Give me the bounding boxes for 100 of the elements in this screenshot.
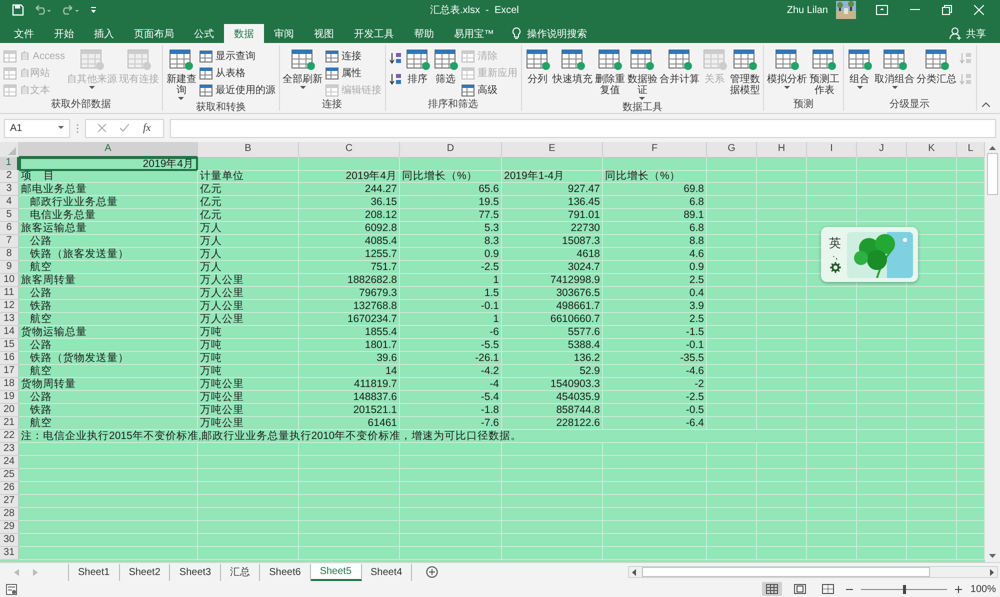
row-header[interactable]: 31	[0, 547, 19, 560]
input-mode-label[interactable]: 英	[829, 236, 841, 250]
row-header[interactable]: 15	[0, 339, 19, 352]
formula-input[interactable]	[170, 118, 996, 138]
scroll-down-icon[interactable]	[989, 554, 996, 558]
row-header[interactable]: 10	[0, 274, 19, 287]
row-header[interactable]: 6	[0, 222, 19, 235]
row-header[interactable]: 27	[0, 495, 19, 508]
row-header[interactable]: 29	[0, 521, 19, 534]
ribbon-button[interactable]: 数据验证	[627, 48, 658, 101]
horizontal-scrollbar[interactable]	[628, 566, 998, 578]
scroll-up-icon[interactable]	[989, 146, 996, 150]
row-header[interactable]: 16	[0, 352, 19, 365]
row-header[interactable]: 21	[0, 417, 19, 430]
column-header[interactable]: C	[299, 142, 400, 158]
name-box[interactable]: A1	[4, 118, 70, 138]
ribbon-button[interactable]: 快速填充	[552, 48, 593, 85]
save-icon[interactable]	[12, 4, 24, 16]
row-header[interactable]: 22	[0, 430, 19, 443]
row-header[interactable]: 26	[0, 482, 19, 495]
ribbon-tab[interactable]: 开始	[44, 24, 84, 43]
row-header[interactable]: 20	[0, 404, 19, 417]
ribbon-button[interactable]: 预测工作表	[809, 48, 840, 96]
row-header[interactable]: 2	[0, 170, 19, 183]
row-header[interactable]: 4	[0, 196, 19, 209]
zoom-in-icon[interactable]	[955, 586, 962, 592]
row-header[interactable]: 24	[0, 456, 19, 469]
ribbon-button[interactable]: 全部刷新	[282, 48, 323, 90]
row-header[interactable]: 13	[0, 313, 19, 326]
view-button[interactable]	[762, 582, 782, 596]
ribbon-button[interactable]: 显示查询	[198, 48, 276, 64]
column-header[interactable]: I	[807, 142, 857, 158]
row-header[interactable]: 12	[0, 300, 19, 313]
scroll-right-icon[interactable]	[990, 568, 994, 576]
collapse-ribbon-icon[interactable]	[982, 102, 990, 107]
row-header[interactable]: 3	[0, 183, 19, 196]
row-header[interactable]: 18	[0, 378, 19, 391]
column-header[interactable]: E	[502, 142, 603, 158]
row-header[interactable]: 25	[0, 469, 19, 482]
column-header[interactable]: K	[907, 142, 957, 158]
row-header[interactable]: 7	[0, 235, 19, 248]
minimize-icon[interactable]	[910, 9, 920, 11]
vertical-scrollbar[interactable]	[985, 142, 1000, 562]
ribbon-tab[interactable]: 帮助	[404, 24, 444, 43]
ribbon-tab[interactable]: 数据	[224, 24, 264, 43]
row-header[interactable]: 14	[0, 326, 19, 339]
row-header[interactable]: 8	[0, 248, 19, 261]
punctuation-mode-label[interactable]: ·,	[832, 251, 838, 261]
tell-me-field[interactable]: 操作说明搜索	[527, 26, 587, 40]
ribbon-tab[interactable]: 公式	[184, 24, 224, 43]
scroll-thumb[interactable]	[987, 153, 998, 195]
zoom-level[interactable]: 100%	[970, 584, 996, 594]
column-header[interactable]: F	[603, 142, 707, 158]
scroll-thumb[interactable]	[642, 567, 930, 577]
row-header[interactable]: 28	[0, 508, 19, 521]
ribbon-button[interactable]: 管理数据模型	[730, 48, 760, 96]
ribbon-tab[interactable]: 页面布局	[124, 24, 184, 43]
ribbon-button[interactable]: 筛选	[432, 48, 459, 85]
ribbon-button[interactable]: 取消组合	[874, 48, 915, 90]
row-header[interactable]: 9	[0, 261, 19, 274]
ribbon-button[interactable]: 排序	[404, 48, 431, 85]
add-sheet-icon[interactable]	[426, 566, 438, 578]
sheet-tab[interactable]: Sheet5	[310, 564, 362, 580]
ribbon-button[interactable]: 连接	[324, 48, 382, 64]
row-header[interactable]: 23	[0, 443, 19, 456]
ribbon-tab[interactable]: 审阅	[264, 24, 304, 43]
ribbon-button[interactable]: 高级	[460, 82, 518, 98]
ribbon-button[interactable]: 新建查询	[166, 48, 197, 101]
row-header[interactable]: 11	[0, 287, 19, 300]
ribbon-tab[interactable]: 文件	[4, 24, 44, 43]
ribbon-tab[interactable]: 易用宝™	[444, 24, 504, 43]
check-icon[interactable]	[120, 124, 129, 132]
ribbon-button[interactable]: 合并计算	[660, 48, 700, 85]
ribbon-button[interactable]: 从表格	[198, 65, 276, 81]
row-header[interactable]: 1	[0, 157, 19, 171]
ribbon-button[interactable]: 组合	[846, 48, 873, 90]
column-header[interactable]: G	[707, 142, 757, 158]
input-method-widget[interactable]: 英 ·,	[821, 227, 918, 282]
row-header[interactable]: 30	[0, 534, 19, 547]
settings-icon[interactable]	[830, 262, 840, 273]
column-header[interactable]: D	[400, 142, 502, 158]
column-header[interactable]: A	[19, 142, 198, 158]
ribbon-button[interactable]: 分列	[524, 48, 551, 85]
restore-icon[interactable]	[942, 5, 952, 15]
column-header[interactable]: H	[757, 142, 807, 158]
ribbon-tab[interactable]: 开发工具	[344, 24, 404, 43]
ribbon-button[interactable]: 最近使用的源	[198, 82, 276, 98]
column-header[interactable]: B	[198, 142, 299, 158]
column-header[interactable]: L	[957, 142, 985, 158]
ribbon-display-icon[interactable]	[876, 5, 888, 15]
ribbon-button[interactable]: 属性	[324, 65, 382, 81]
redo-icon[interactable]	[62, 5, 80, 15]
share-button[interactable]: 共享	[966, 26, 986, 40]
close-icon[interactable]	[974, 5, 984, 15]
row-header[interactable]: 19	[0, 391, 19, 404]
ribbon-button[interactable]: 删除重复值	[594, 48, 626, 96]
caret-icon[interactable]	[58, 126, 64, 130]
row-header[interactable]: 17	[0, 365, 19, 378]
column-header[interactable]: J	[857, 142, 907, 158]
scroll-left-icon[interactable]	[632, 568, 636, 576]
